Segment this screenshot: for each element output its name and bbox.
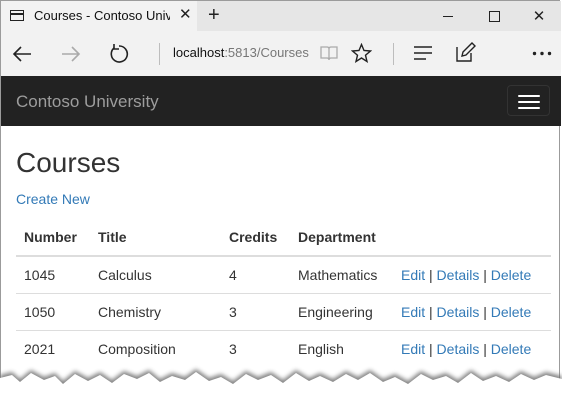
cell-department: Mathematics [290, 255, 393, 294]
new-tab-button[interactable]: + [208, 5, 220, 25]
courses-table: Number Title Credits Department 1045 Cal… [16, 219, 551, 367]
page-title: Courses [16, 147, 121, 178]
header-number: Number [16, 219, 90, 257]
delete-link[interactable]: Delete [491, 267, 531, 283]
address-path: :5813/Courses [224, 45, 309, 60]
browser-tab[interactable]: Courses - Contoso Univ ✕ [1, 1, 197, 31]
edit-link[interactable]: Edit [401, 304, 425, 320]
navbar-toggle-button[interactable] [507, 85, 550, 116]
header-credits: Credits [221, 219, 290, 257]
close-window-button[interactable]: ✕ [516, 1, 562, 31]
hub-icon[interactable] [412, 45, 434, 61]
site-brand-link[interactable]: Contoso University [16, 92, 159, 112]
toolbar-divider [393, 43, 394, 65]
tab-close-icon[interactable]: ✕ [179, 7, 192, 23]
table-row: 1045 Calculus 4 Mathematics Edit | Detai… [16, 255, 551, 294]
cell-title: Calculus [90, 255, 221, 294]
reading-view-icon[interactable] [319, 44, 339, 62]
cell-credits: 3 [221, 293, 290, 331]
address-bar[interactable]: localhost:5813/Courses [173, 45, 309, 60]
header-department: Department [290, 219, 393, 257]
cell-actions: Edit | Details | Delete [393, 293, 551, 331]
minimize-button[interactable] [425, 1, 471, 31]
browser-toolbar: localhost:5813/Courses [1, 31, 561, 76]
action-separator: | [483, 304, 487, 320]
more-icon[interactable] [532, 51, 552, 56]
tab-title: Courses - Contoso Univ [34, 8, 170, 23]
details-link[interactable]: Details [437, 267, 480, 283]
hamburger-icon-bar [518, 107, 540, 109]
action-separator: | [429, 304, 433, 320]
details-link[interactable]: Details [437, 304, 480, 320]
edit-link[interactable]: Edit [401, 267, 425, 283]
cell-actions: Edit | Details | Delete [393, 255, 551, 294]
action-separator: | [429, 267, 433, 283]
header-title: Title [90, 219, 221, 257]
web-note-icon[interactable] [454, 42, 476, 64]
table-header-row: Number Title Credits Department [16, 219, 551, 257]
browser-window: Courses - Contoso Univ ✕ + ✕ localhost:5… [0, 0, 561, 396]
back-icon[interactable] [11, 44, 33, 64]
favorite-star-icon[interactable] [351, 43, 372, 63]
table-row: 1050 Chemistry 3 Engineering Edit | Deta… [16, 293, 551, 331]
forward-icon[interactable] [60, 44, 82, 64]
page-icon [10, 10, 24, 21]
cell-credits: 4 [221, 255, 290, 294]
torn-edge-decoration [0, 369, 562, 396]
hamburger-icon-bar [518, 95, 540, 97]
minimize-icon [443, 15, 453, 17]
maximize-button[interactable] [471, 1, 517, 31]
create-new-link[interactable]: Create New [16, 191, 90, 207]
delete-link[interactable]: Delete [491, 304, 531, 320]
address-host: localhost [173, 45, 225, 60]
cell-title: Chemistry [90, 293, 221, 331]
action-separator: | [483, 267, 487, 283]
tab-bar: Courses - Contoso Univ ✕ + ✕ [1, 1, 561, 31]
cell-number: 1045 [16, 255, 90, 294]
hamburger-icon-bar [518, 101, 540, 103]
maximize-icon [488, 10, 500, 22]
cell-department: Engineering [290, 293, 393, 331]
header-actions [393, 219, 551, 257]
cell-number: 1050 [16, 293, 90, 331]
refresh-icon[interactable] [108, 43, 130, 65]
site-navbar: Contoso University [1, 76, 561, 126]
close-icon: ✕ [532, 8, 546, 25]
address-divider [159, 43, 160, 65]
